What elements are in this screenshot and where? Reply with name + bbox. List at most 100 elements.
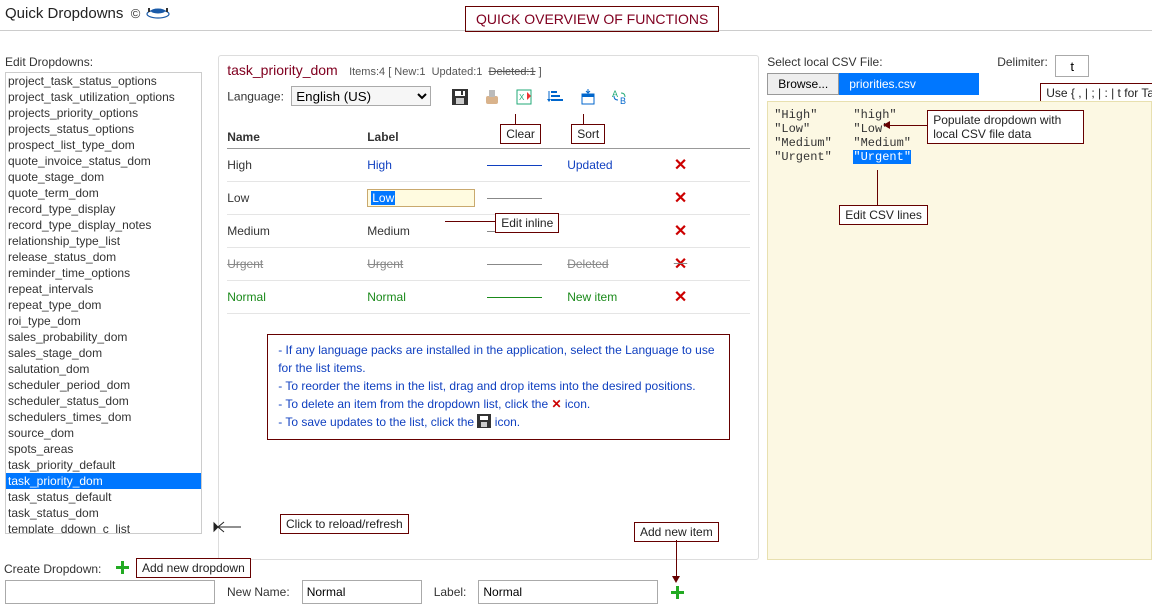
- delete-row-icon[interactable]: ✕: [674, 157, 687, 174]
- callout-clear: Clear: [500, 124, 541, 144]
- svg-text:B: B: [620, 96, 626, 106]
- row-name: Normal: [227, 290, 367, 304]
- list-item[interactable]: task_status_dom: [6, 505, 201, 521]
- row-status: New item: [567, 290, 657, 304]
- list-item[interactable]: repeat_type_dom: [6, 297, 201, 313]
- arrow: [583, 114, 584, 124]
- list-item[interactable]: project_task_status_options: [6, 73, 201, 89]
- list-item[interactable]: projects_priority_options: [6, 105, 201, 121]
- callout-delim-hint: Use { , | ; | : | t for Tab }: [1040, 83, 1152, 103]
- list-item[interactable]: release_status_dom: [6, 249, 201, 265]
- list-item[interactable]: quote_invoice_status_dom: [6, 153, 201, 169]
- new-label-label: Label:: [434, 585, 467, 599]
- list-item[interactable]: task_priority_dom: [6, 473, 201, 489]
- list-item[interactable]: prospect_list_type_dom: [6, 137, 201, 153]
- delimiter-label: Delimiter:: [997, 55, 1048, 69]
- arrow: [877, 170, 878, 205]
- new-label-input[interactable]: [478, 580, 658, 604]
- browse-button[interactable]: Browse...: [767, 73, 839, 95]
- info-box: - If any language packs are installed in…: [267, 334, 730, 439]
- new-name-label: New Name:: [227, 585, 290, 599]
- app-logo-icon: [144, 5, 172, 24]
- list-item[interactable]: task_status_default: [6, 489, 201, 505]
- table-row[interactable]: HighHigh Updated ✕: [227, 149, 750, 182]
- table-row[interactable]: LowLow ✕: [227, 182, 750, 215]
- list-item[interactable]: quote_term_dom: [6, 185, 201, 201]
- reload-arrow-icon: [212, 520, 242, 537]
- list-item[interactable]: relationship_type_list: [6, 233, 201, 249]
- row-name: Medium: [227, 224, 367, 238]
- arrow: [890, 125, 927, 126]
- callout-reload: Click to reload/refresh: [280, 514, 409, 534]
- clear-icon[interactable]: [481, 86, 503, 108]
- list-item[interactable]: scheduler_status_dom: [6, 393, 201, 409]
- add-item-button[interactable]: [670, 585, 684, 599]
- row-label[interactable]: Medium: [367, 224, 487, 238]
- list-item[interactable]: projects_status_options: [6, 121, 201, 137]
- callout-edit-csv: Edit CSV lines: [839, 205, 928, 225]
- list-item[interactable]: record_type_display_notes: [6, 217, 201, 233]
- delete-row-icon[interactable]: ✕: [674, 289, 687, 306]
- language-select[interactable]: English (US): [291, 86, 431, 106]
- list-item[interactable]: schedulers_times_dom: [6, 409, 201, 425]
- dropdown-listbox[interactable]: project_task_status_optionsproject_task_…: [5, 72, 202, 534]
- svg-text:A: A: [612, 89, 618, 99]
- list-item[interactable]: scheduler_period_dom: [6, 377, 201, 393]
- replace-csv-icon[interactable]: AB: [609, 86, 631, 108]
- row-label[interactable]: Urgent: [367, 257, 487, 271]
- list-item[interactable]: spots_areas: [6, 441, 201, 457]
- csv-text-area[interactable]: "High" "high""Low" "Low""Medium" "Medium…: [767, 101, 1152, 560]
- callout-add-dropdown: Add new dropdown: [136, 558, 251, 578]
- row-name: Low: [227, 191, 367, 205]
- delete-row-icon[interactable]: ✕: [674, 223, 687, 240]
- delete-row-icon[interactable]: ✕: [674, 190, 687, 207]
- row-status: Deleted: [567, 257, 657, 271]
- col-name-header: Name: [227, 130, 367, 144]
- list-item[interactable]: sales_probability_dom: [6, 329, 201, 345]
- callout-add-item: Add new item: [634, 522, 719, 542]
- col-label-header: Label: [367, 130, 487, 144]
- create-dropdown-input[interactable]: [5, 580, 215, 604]
- list-item[interactable]: record_type_display: [6, 201, 201, 217]
- list-item[interactable]: template_ddown_c_list: [6, 521, 201, 534]
- list-item[interactable]: reminder_time_options: [6, 265, 201, 281]
- save-icon[interactable]: [449, 86, 471, 108]
- callout-populate: Populate dropdown with local CSV file da…: [927, 110, 1084, 144]
- arrow: [515, 114, 516, 124]
- select-csv-label: Select local CSV File:: [767, 55, 1152, 69]
- add-dropdown-button[interactable]: [115, 560, 129, 574]
- row-label[interactable]: Normal: [367, 290, 487, 304]
- delete-row-icon[interactable]: ✕: [674, 256, 687, 273]
- list-item[interactable]: source_dom: [6, 425, 201, 441]
- row-name: High: [227, 158, 367, 172]
- list-item[interactable]: salutation_dom: [6, 361, 201, 377]
- edit-dropdowns-label: Edit Dropdowns:: [5, 55, 212, 69]
- list-item[interactable]: task_priority_default: [6, 457, 201, 473]
- import-csv-icon[interactable]: [577, 86, 599, 108]
- table-row[interactable]: UrgentUrgent Deleted ✕: [227, 248, 750, 281]
- svg-text:X: X: [519, 93, 525, 102]
- csv-line[interactable]: "Urgent" "Urgent": [774, 150, 1145, 164]
- row-status: Updated: [567, 158, 657, 172]
- list-item[interactable]: repeat_intervals: [6, 281, 201, 297]
- app-title: Quick Dropdowns: [5, 5, 123, 22]
- new-name-input[interactable]: [302, 580, 422, 604]
- dropdown-name: task_priority_dom: [227, 62, 338, 78]
- row-label[interactable]: High: [367, 158, 487, 172]
- arrow-head-icon: [883, 121, 890, 129]
- table-row[interactable]: NormalNormal New item ✕: [227, 281, 750, 314]
- row-label[interactable]: Low: [367, 189, 487, 207]
- list-item[interactable]: quote_stage_dom: [6, 169, 201, 185]
- csv-filename: priorities.csv: [839, 73, 979, 95]
- export-csv-icon[interactable]: X: [513, 86, 535, 108]
- language-label: Language:: [227, 90, 284, 104]
- list-item[interactable]: roi_type_dom: [6, 313, 201, 329]
- callout-sort: Sort: [571, 124, 605, 144]
- list-item[interactable]: project_task_utilization_options: [6, 89, 201, 105]
- row-name: Urgent: [227, 257, 367, 271]
- delimiter-input[interactable]: [1055, 55, 1089, 77]
- list-item[interactable]: sales_stage_dom: [6, 345, 201, 361]
- page-title: QUICK OVERVIEW OF FUNCTIONS: [465, 6, 719, 32]
- sort-icon[interactable]: [545, 86, 567, 108]
- callout-edit-inline: Edit inline: [495, 213, 559, 233]
